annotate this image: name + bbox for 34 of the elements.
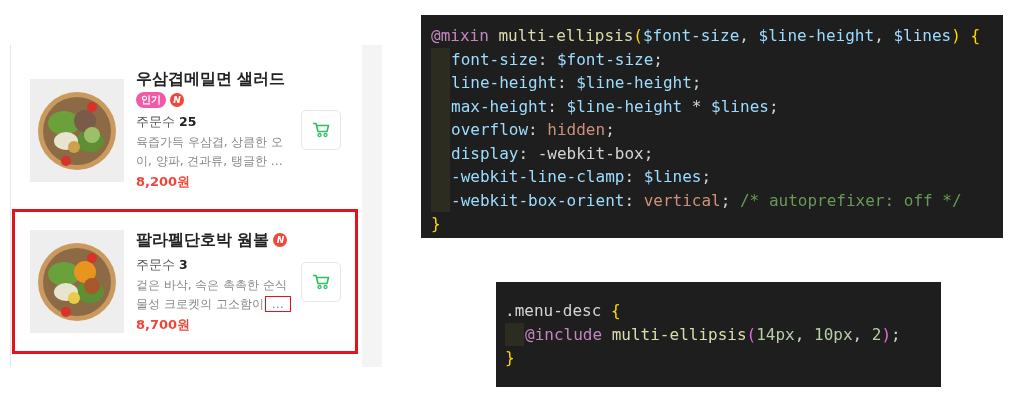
- code-line: .menu-desc {: [505, 300, 621, 322]
- code-line: -webkit-box-orient: vertical; /* autoprefixer: off */: [451, 189, 962, 212]
- menu-name: 우삼겹메밀면 샐러드: [136, 69, 286, 90]
- cart-icon: [312, 273, 330, 290]
- code-line: -webkit-line-clamp: $lines;: [451, 166, 712, 188]
- code-line: overflow: hidden;: [451, 119, 615, 141]
- cart-icon: [312, 122, 330, 138]
- cart-button[interactable]: [301, 110, 341, 150]
- code-line: }: [431, 213, 441, 235]
- cart-button[interactable]: [301, 261, 341, 302]
- code-line: line-height: $line-height;: [451, 72, 702, 94]
- code-line: font-size: $font-size;: [451, 48, 663, 71]
- menu-price: 8,200원: [136, 173, 192, 191]
- menu-item-card[interactable]: 우삼겹메밀면 샐러드 인기 N 주문수 25 육즙가득 우삼겹, 상큼한 오 이, 양파, 견과류, 탱글한 … 8,200원: [12, 55, 358, 205]
- code-line: }: [505, 347, 515, 369]
- menu-price: 8,700원: [136, 315, 192, 334]
- menu-description: 겉은 바삭, 속은 촉촉한 순식: [136, 276, 288, 294]
- menu-description: 물성 크로켓의 고소함이: [136, 295, 264, 313]
- menu-description: 이, 양파, 견과류, 탱글한 …: [136, 153, 283, 170]
- ellipsis-highlight: …: [264, 296, 291, 312]
- code-line: @include multi-ellipsis(14px, 10px, 2);: [525, 323, 901, 346]
- menu-item-card[interactable]: 팔라펠단호박 웜볼 N 주문수 3 겉은 바삭, 속은 촉촉한 순식 물성 크로켓의 고소함이 … 8,700원: [12, 209, 358, 354]
- order-count-label: 주문수: [136, 114, 175, 131]
- code-line: max-height: $line-height * $lines;: [451, 95, 779, 118]
- menu-name: 팔라펠단호박 웜볼: [136, 229, 270, 251]
- popular-badge: 인기: [136, 92, 166, 108]
- order-count-label: 주문수: [136, 256, 175, 274]
- code-line: display: -webkit-box;: [451, 142, 654, 165]
- order-count: 25: [179, 114, 197, 131]
- order-count: 3: [179, 256, 188, 274]
- new-badge: N: [273, 233, 288, 247]
- code-line: @mixin multi-ellipsis($font-size, $line-height, $lines) {: [431, 25, 981, 47]
- new-badge: N: [170, 93, 184, 107]
- menu-description: 육즙가득 우삼겹, 상큼한 오: [136, 134, 284, 151]
